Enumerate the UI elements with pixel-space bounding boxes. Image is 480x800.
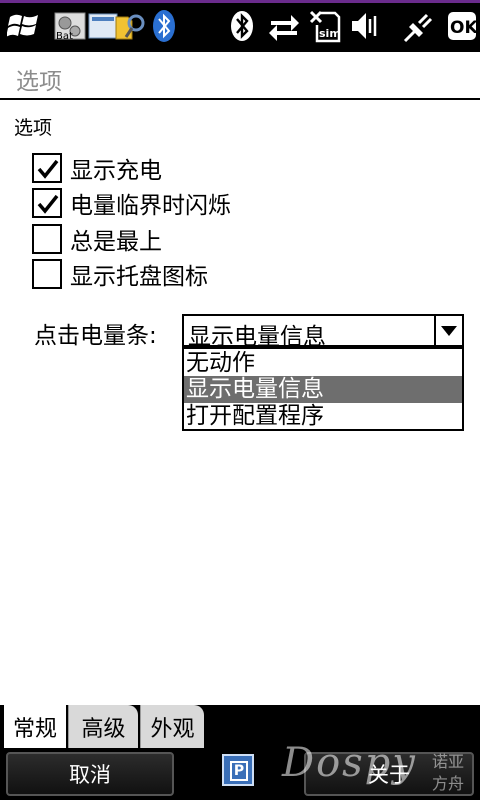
watermark-cn-top: 诺亚: [432, 752, 465, 771]
sync-icon: [266, 8, 302, 44]
bluetooth-status-icon: [226, 8, 258, 44]
input-panel-icon[interactable]: P: [222, 754, 254, 786]
cancel-button[interactable]: 取消: [6, 752, 174, 796]
svg-text:sim: sim: [319, 27, 341, 40]
page-header: 选项: [0, 52, 480, 100]
dropdown-item-no-action[interactable]: 无动作: [184, 350, 462, 377]
checkbox-show-charging[interactable]: [32, 153, 62, 183]
checkbox-label: 总是最上: [70, 229, 162, 255]
no-sim-icon: sim: [306, 8, 342, 44]
app-launcher-icon[interactable]: Bat: [52, 8, 88, 44]
svg-text:Bat: Bat: [56, 31, 73, 42]
page-title: 选项: [16, 69, 62, 95]
input-panel-glyph: P: [230, 761, 248, 781]
dropdown-item-show-info[interactable]: 显示电量信息: [184, 376, 462, 403]
checkbox-label: 显示充电: [70, 158, 162, 184]
tab-advanced[interactable]: 高级: [68, 705, 138, 748]
checkbox-tray-icon[interactable]: [32, 259, 62, 289]
accent-line: [0, 0, 480, 3]
section-label: 选项: [14, 117, 53, 139]
volume-muted-icon: [348, 8, 382, 44]
option-flash-critical[interactable]: 电量临界时闪烁: [32, 188, 231, 219]
status-bar: Bat sim OK: [0, 0, 480, 52]
ok-label: OK: [450, 18, 477, 38]
click-bar-combobox[interactable]: 显示电量信息: [182, 314, 464, 350]
chevron-down-icon[interactable]: [434, 316, 462, 345]
watermark-logo: Dospy: [282, 740, 417, 786]
checkbox-flash-critical[interactable]: [32, 188, 62, 218]
dropdown-item-open-config[interactable]: 打开配置程序: [184, 403, 462, 430]
ok-button[interactable]: OK: [446, 8, 478, 44]
charging-plug-icon: [400, 8, 440, 44]
checkbox-always-on-top[interactable]: [32, 224, 62, 254]
checkmark-icon: [37, 194, 59, 214]
combobox-value: 显示电量信息: [188, 324, 326, 350]
checkbox-label: 电量临界时闪烁: [70, 193, 231, 219]
bluetooth-icon: [148, 8, 180, 44]
option-tray-icon[interactable]: 显示托盘图标: [32, 259, 208, 290]
option-always-on-top[interactable]: 总是最上: [32, 224, 162, 255]
checkbox-label: 显示托盘图标: [70, 264, 208, 290]
bluetooth-app-icon[interactable]: [88, 8, 148, 44]
windows-start-icon[interactable]: [4, 8, 44, 44]
tab-appearance[interactable]: 外观: [140, 705, 204, 748]
checkmark-icon: [37, 159, 59, 179]
watermark-cn-bottom: 方舟: [432, 774, 465, 793]
click-bar-dropdown: 无动作 显示电量信息 打开配置程序: [182, 347, 464, 431]
option-show-charging[interactable]: 显示充电: [32, 153, 162, 184]
click-bar-label: 点击电量条:: [34, 323, 157, 349]
tab-general[interactable]: 常规: [4, 705, 66, 748]
